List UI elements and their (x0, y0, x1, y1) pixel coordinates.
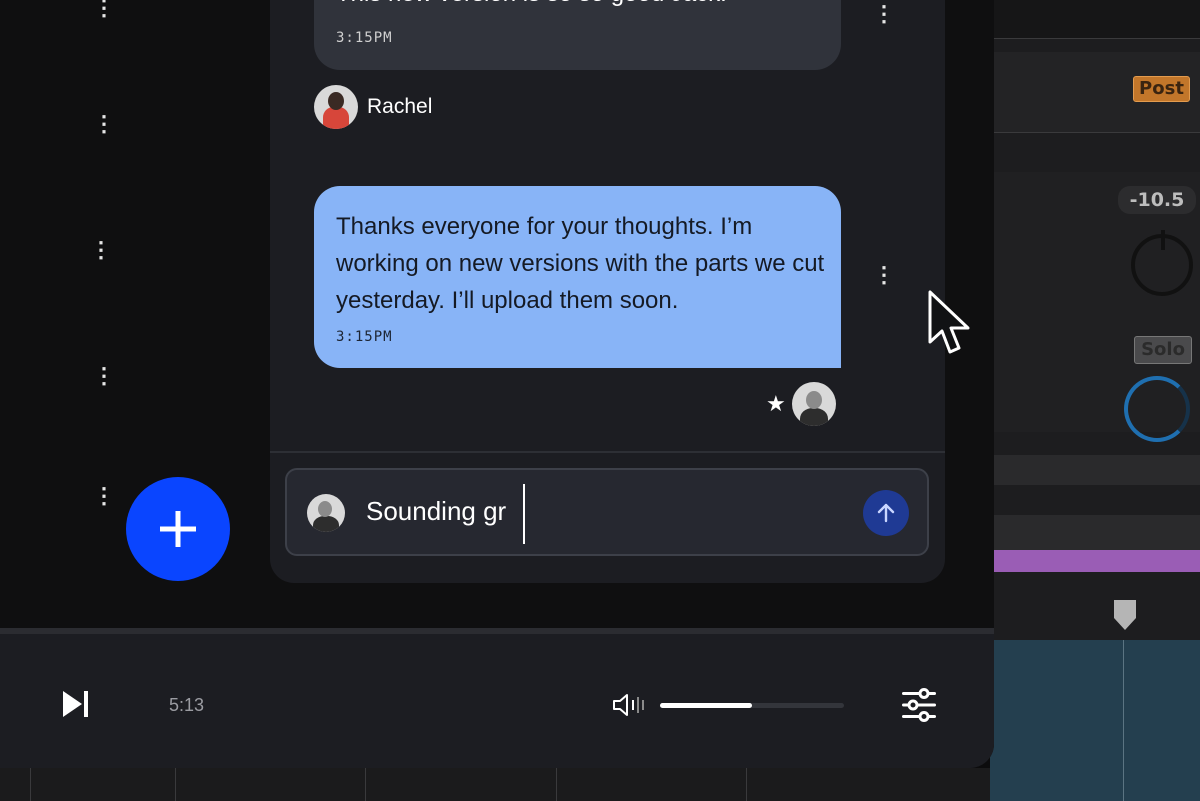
text-caret (523, 484, 525, 544)
elapsed-time: 5:13 (169, 695, 205, 715)
more-options-icon[interactable]: ⋮ (93, 0, 115, 22)
daw-background: Post -10.5 Solo (990, 0, 1200, 801)
app-window: ⋮ ⋮ ⋮ ⋮ ⋮ This new version is so so good… (0, 0, 994, 768)
skip-next-icon[interactable] (60, 688, 92, 720)
more-options-icon[interactable]: ⋮ (93, 362, 115, 390)
more-options-icon[interactable]: ⋮ (93, 110, 115, 138)
volume-slider-fill (660, 703, 752, 708)
daw-value-readout: -10.5 (1118, 186, 1196, 214)
message-bubble-own: Thanks everyone for your thoughts. I’m w… (314, 186, 841, 368)
daw-solo-button[interactable]: Solo (1134, 336, 1192, 364)
send-button[interactable] (863, 490, 909, 536)
daw-playhead-marker[interactable] (1114, 600, 1136, 630)
volume-slider[interactable] (660, 703, 844, 708)
comment-input[interactable]: Sounding gr (285, 468, 929, 556)
message-text: This new version is so so good Jack! (336, 0, 727, 8)
message-text: Thanks everyone for your thoughts. I’m w… (336, 213, 825, 314)
avatar (307, 494, 345, 532)
message-options-icon[interactable]: ⋮ (873, 262, 895, 288)
comments-panel: This new version is so so good Jack! 3:1… (270, 0, 945, 583)
avatar[interactable] (314, 85, 358, 129)
mouse-cursor-icon (928, 290, 970, 354)
plus-icon (160, 511, 196, 547)
player-bar: 5:13 (0, 634, 994, 768)
sender-name: Rachel (367, 95, 433, 118)
message-time: 3:15PM (336, 30, 393, 46)
message-sender: Rachel (314, 85, 432, 129)
volume-icon[interactable] (612, 692, 646, 718)
arrow-up-icon (877, 503, 895, 523)
star-icon: ★ (766, 391, 786, 416)
daw-header-band (990, 0, 1200, 38)
comment-input-text[interactable]: Sounding gr (366, 496, 506, 527)
mixer-settings-icon[interactable] (900, 686, 938, 724)
more-options-icon[interactable]: ⋮ (93, 482, 115, 510)
add-button[interactable] (126, 477, 230, 581)
message-options-icon[interactable]: ⋮ (873, 1, 895, 27)
avatar (791, 382, 836, 426)
daw-knob[interactable] (1131, 230, 1193, 296)
daw-bottom-strip (0, 768, 990, 801)
daw-clip (990, 550, 1200, 572)
message-time: 3:15PM (336, 329, 393, 345)
message-bubble: This new version is so so good Jack! 3:1… (314, 0, 841, 70)
daw-track-lane (990, 640, 1200, 801)
daw-post-button[interactable]: Post (1133, 76, 1190, 102)
screen: Post -10.5 Solo ⋮ ⋮ ⋮ ⋮ ⋮ 3:15PM ⋮ Rache… (0, 0, 1200, 801)
divider (270, 451, 945, 453)
more-options-icon[interactable]: ⋮ (90, 236, 112, 264)
daw-pan-knob[interactable] (1124, 376, 1190, 442)
message-reaction[interactable]: ★ (766, 382, 836, 426)
